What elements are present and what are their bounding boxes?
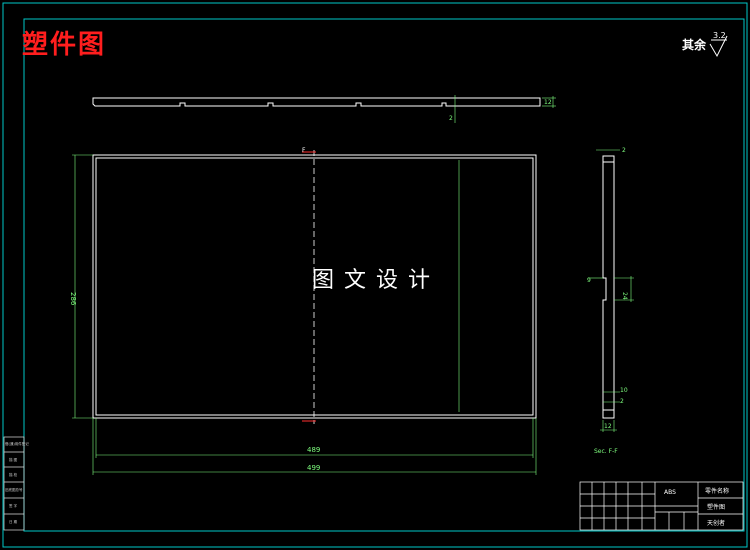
dim-sec-low2: 2 bbox=[620, 398, 624, 405]
dim-sec-left: 9 bbox=[587, 277, 591, 284]
left-strip-text-2: 描 图 bbox=[9, 457, 18, 462]
dim-sec-low: 10 bbox=[620, 387, 628, 394]
title-block-row1: 零件名称 bbox=[705, 487, 729, 495]
title-block-row3: 天创者 bbox=[707, 519, 725, 527]
section-label: Sec. F-F bbox=[594, 448, 618, 455]
roughness-label: 其余 bbox=[682, 38, 707, 52]
dim-sec-right: 24 bbox=[621, 292, 628, 300]
left-strip-text-5: 签 字 bbox=[9, 503, 18, 508]
dim-sec-bottom: 12 bbox=[604, 423, 612, 430]
drawing-title: 塑件图 bbox=[22, 30, 107, 60]
section-view bbox=[602, 155, 615, 419]
roughness-value: 3.2 bbox=[713, 31, 726, 40]
left-strip-text-4: 旧底图总号 bbox=[5, 487, 23, 492]
dim-height-286: 286 bbox=[69, 292, 77, 306]
left-strip-text-3: 描 校 bbox=[9, 472, 18, 477]
dim-width-499: 499 bbox=[307, 464, 320, 472]
dim-top-12: 12 bbox=[544, 99, 552, 106]
left-strip-text-1: 借(通)用件登记 bbox=[5, 441, 29, 446]
section-mark-top: F bbox=[302, 147, 306, 154]
watermark: 图文设计 bbox=[312, 268, 441, 293]
top-view-dims bbox=[454, 95, 556, 123]
dim-top-2: 2 bbox=[449, 115, 453, 122]
left-strip bbox=[3, 436, 25, 531]
title-block-code: ABS bbox=[664, 489, 676, 496]
left-strip-text-6: 日 期 bbox=[9, 519, 18, 524]
dim-sec-top: 2 bbox=[622, 147, 626, 154]
front-view-dims bbox=[72, 154, 537, 475]
top-view bbox=[92, 97, 541, 107]
dim-width-489: 489 bbox=[307, 446, 320, 454]
title-block-row2: 塑件图 bbox=[707, 503, 725, 511]
